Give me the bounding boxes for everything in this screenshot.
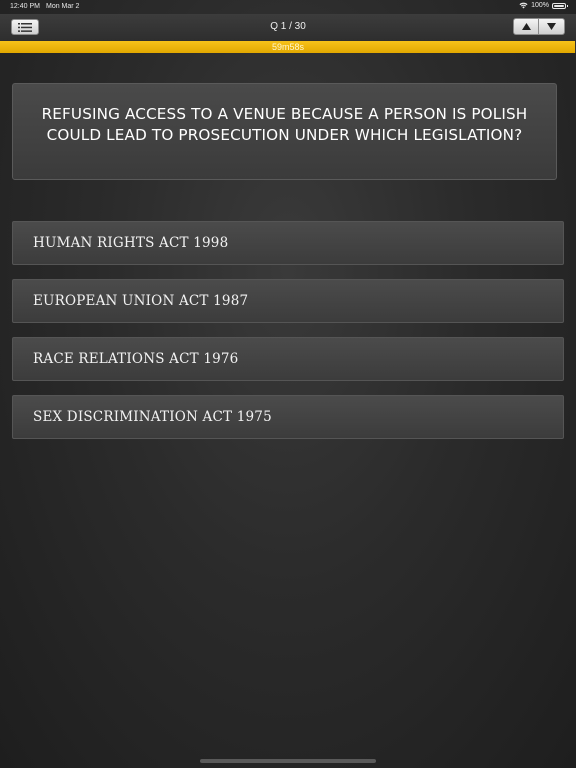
next-question-button[interactable]: [539, 18, 565, 35]
answer-option[interactable]: EUROPEAN UNION ACT 1987: [12, 279, 564, 323]
arrow-up-icon: [521, 23, 531, 30]
answer-option[interactable]: RACE RELATIONS ACT 1976: [12, 337, 564, 381]
answer-option[interactable]: HUMAN RIGHTS ACT 1998: [12, 221, 564, 265]
home-indicator[interactable]: [200, 759, 376, 763]
status-date: Mon Mar 2: [46, 3, 80, 10]
nav-bar: Q 1 / 30: [0, 14, 576, 41]
wifi-icon: [519, 2, 528, 9]
answer-label: RACE RELATIONS ACT 1976: [33, 351, 239, 367]
timer-label: 59m58s: [271, 42, 305, 52]
status-bar: 12:40 PM Mon Mar 2 100%: [0, 0, 576, 14]
question-counter: Q 1 / 30: [270, 21, 306, 32]
previous-question-button[interactable]: [513, 18, 539, 35]
answer-option[interactable]: SEX DISCRIMINATION ACT 1975: [12, 395, 564, 439]
arrow-down-icon: [547, 23, 556, 30]
question-nav-arrows: [513, 18, 565, 35]
battery-icon: [552, 2, 568, 9]
question-card: REFUSING ACCESS TO A VENUE BECAUSE A PER…: [12, 83, 557, 180]
battery-percent: 100%: [531, 2, 549, 9]
answer-label: HUMAN RIGHTS ACT 1998: [33, 235, 229, 251]
timer-bar: 59m58s: [0, 41, 576, 53]
question-text: REFUSING ACCESS TO A VENUE BECAUSE A PER…: [41, 105, 528, 144]
status-time: 12:40 PM: [10, 3, 40, 10]
answer-label: EUROPEAN UNION ACT 1987: [33, 293, 249, 309]
status-indicators: 100%: [519, 2, 568, 9]
answer-label: SEX DISCRIMINATION ACT 1975: [33, 409, 272, 425]
